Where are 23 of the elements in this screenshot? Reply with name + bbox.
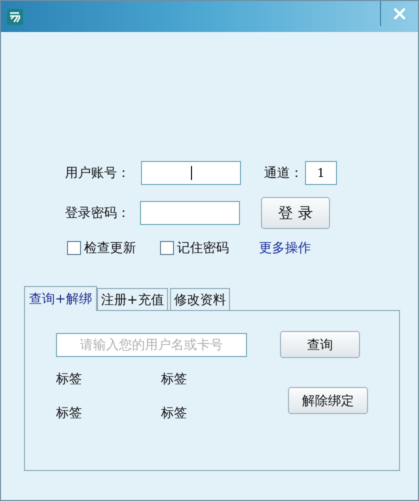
account-field[interactable] — [141, 161, 241, 185]
account-label: 用户账号： — [65, 165, 131, 182]
checkbox[interactable] — [67, 241, 81, 255]
more-link[interactable]: 更多操作 — [259, 239, 311, 257]
password-field[interactable] — [140, 201, 240, 225]
password-label: 登录密码： — [65, 205, 131, 222]
label-text: 标签 — [161, 371, 188, 388]
tab[interactable]: 查询+解绑 — [24, 286, 97, 311]
label-text: 标签 — [56, 371, 83, 388]
checkbox[interactable] — [160, 241, 174, 255]
login-button[interactable]: 登 录 — [261, 197, 330, 229]
tab[interactable]: 注册+充值 — [96, 288, 168, 310]
app-logo-icon — [7, 9, 23, 25]
checkbox-label: 检查更新 — [84, 240, 136, 257]
unbind-button[interactable]: 解除绑定 — [288, 387, 368, 414]
channel-field[interactable]: 1 — [305, 161, 337, 185]
query-button[interactable]: 查询 — [280, 331, 360, 358]
channel-label: 通道： — [264, 165, 303, 182]
label-text: 标签 — [161, 405, 188, 422]
tab[interactable]: 修改资料 — [170, 288, 230, 310]
search-field[interactable]: 请输入您的用户名或卡号 — [56, 332, 247, 356]
label-text: 标签 — [56, 405, 83, 422]
checkbox-label: 记住密码 — [177, 240, 229, 257]
